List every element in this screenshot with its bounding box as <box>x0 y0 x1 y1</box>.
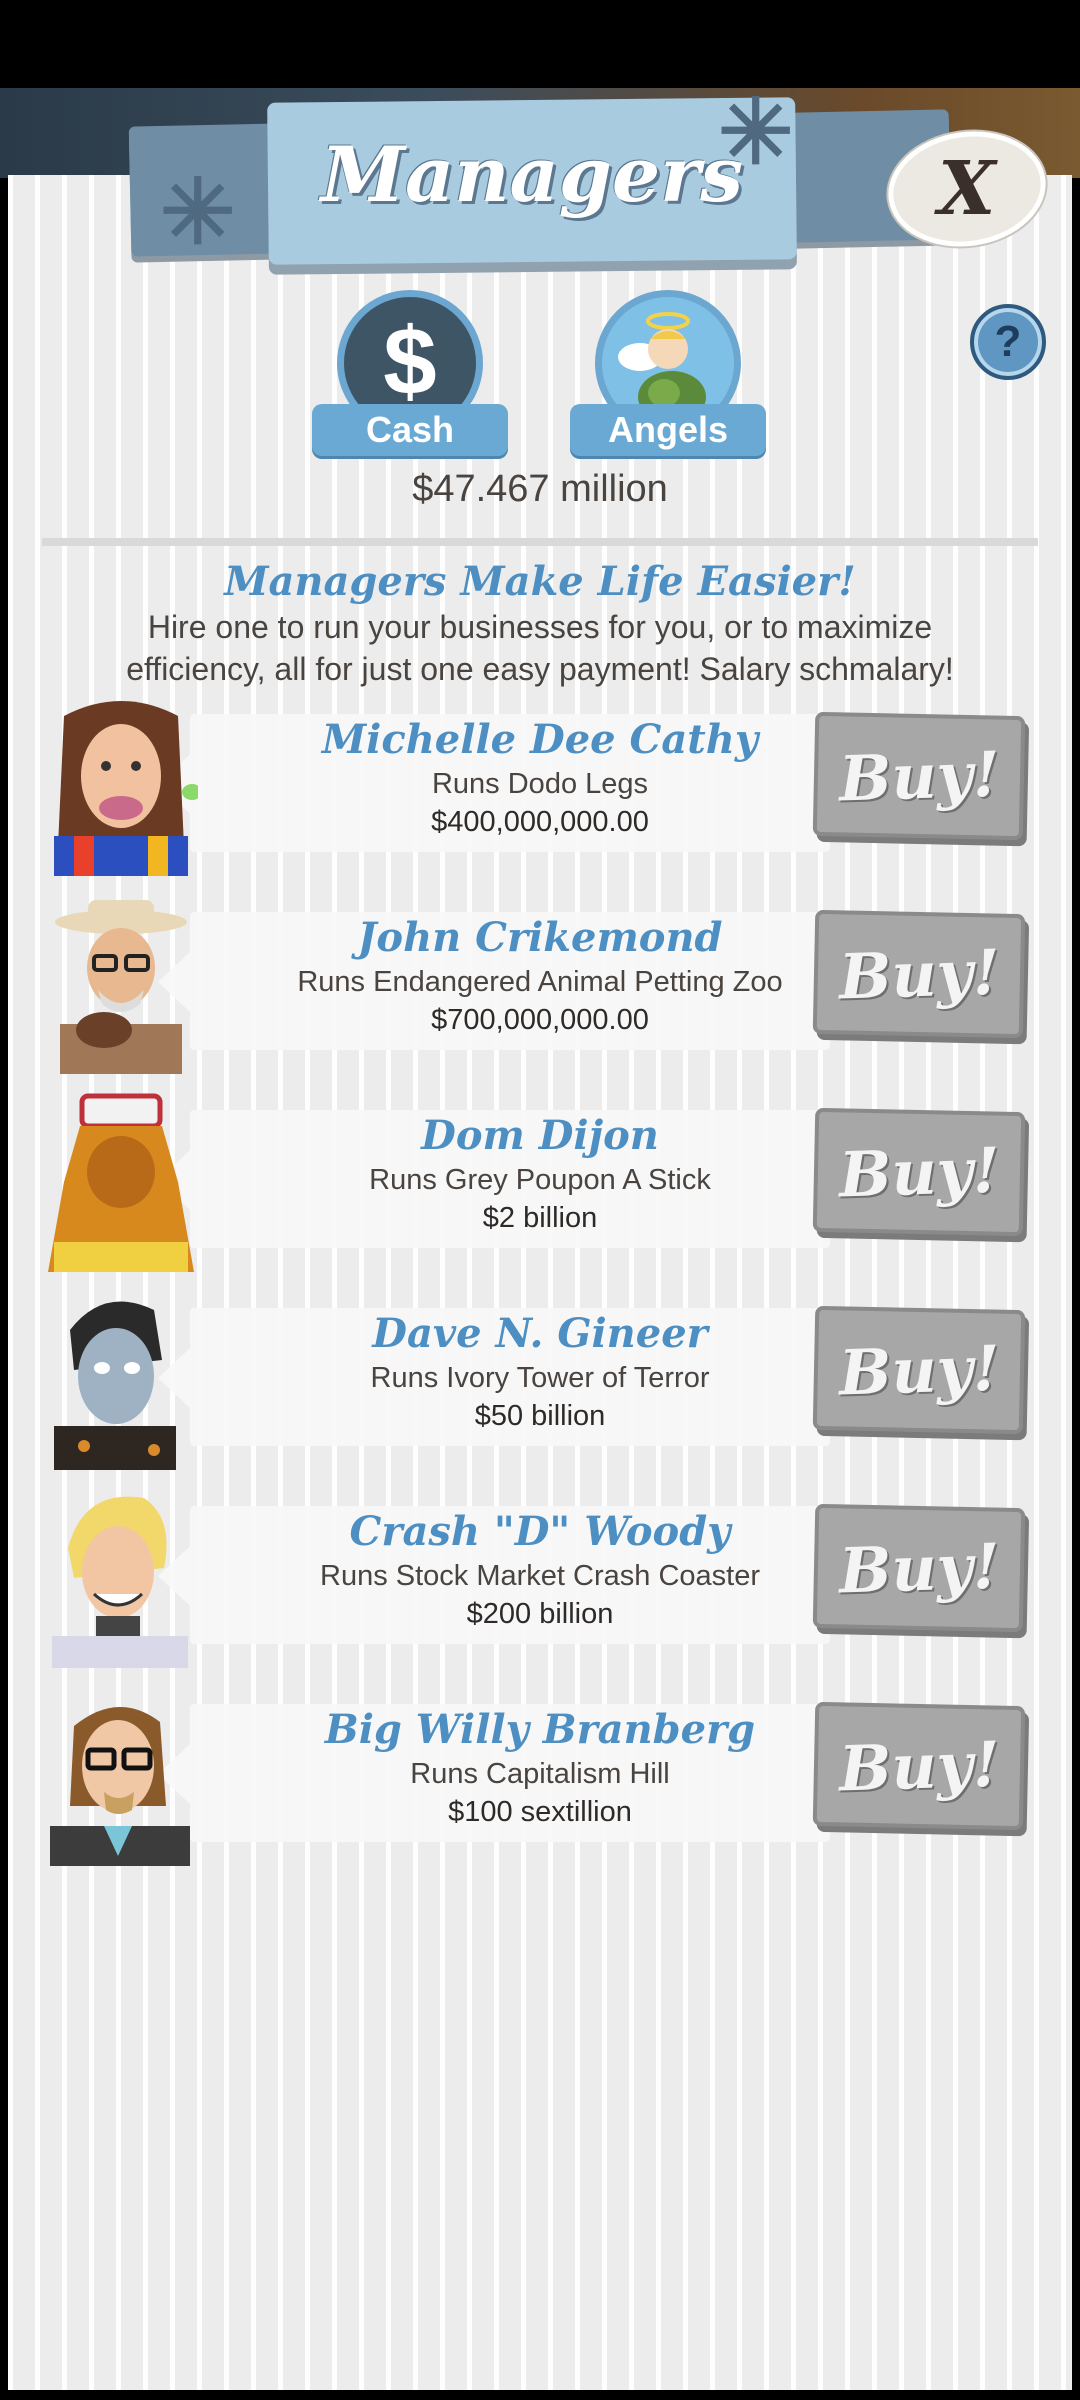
help-button[interactable]: ? <box>970 304 1046 380</box>
intro-headline: Managers Make Life Easier! <box>224 558 856 605</box>
buy-button-label: Buy! <box>837 1330 1001 1410</box>
manager-name: Dave N. Gineer <box>372 1310 708 1357</box>
angels-tab-label: Angels <box>570 404 766 456</box>
manager-name: Michelle Dee Cathy <box>321 716 759 763</box>
manager-avatar <box>52 1496 188 1668</box>
buy-button-label: Buy! <box>837 1132 1001 1212</box>
buy-button[interactable]: Buy! <box>812 1503 1026 1633</box>
buy-button-label: Buy! <box>837 1726 1001 1806</box>
manager-avatar <box>50 1706 190 1866</box>
cash-amount: $47.467 million <box>412 468 668 510</box>
buy-button[interactable]: Buy! <box>812 1107 1026 1237</box>
manager-cost: $100 sextillion <box>448 1796 632 1828</box>
page-title: Managers <box>320 130 744 219</box>
manager-business: Runs Grey Poupon A Stick <box>369 1164 711 1196</box>
close-icon: X <box>938 146 996 233</box>
manager-row: John Crikemond Runs Endangered Animal Pe… <box>0 894 1080 1074</box>
manager-row: Dave N. Gineer Runs Ivory Tower of Terro… <box>0 1290 1080 1470</box>
divider <box>42 538 1038 546</box>
cash-tab-label: Cash <box>312 404 508 456</box>
buy-button[interactable]: Buy! <box>812 909 1026 1039</box>
manager-business: Runs Stock Market Crash Coaster <box>320 1560 760 1592</box>
help-icon: ? <box>994 317 1022 366</box>
buy-button-label: Buy! <box>837 1528 1001 1608</box>
manager-business: Runs Dodo Legs <box>431 768 649 800</box>
buy-button[interactable]: Buy! <box>812 711 1026 841</box>
manager-avatar <box>54 701 198 876</box>
buy-button[interactable]: Buy! <box>812 1305 1026 1435</box>
snowflake-star-icon: ✳ <box>160 163 236 263</box>
buy-button[interactable]: Buy! <box>812 1701 1026 1831</box>
buy-button-label: Buy! <box>837 934 1001 1014</box>
manager-row: Big Willy Branberg Runs Capitalism Hill … <box>0 1686 1080 1866</box>
manager-name: Big Willy Branberg <box>324 1706 756 1753</box>
manager-name: Crash "D" Woody <box>349 1508 731 1555</box>
manager-name: John Crikemond <box>357 914 723 961</box>
manager-avatar <box>48 1093 194 1272</box>
manager-cost: $200 billion <box>466 1598 614 1630</box>
manager-cost: $2 billion <box>482 1202 598 1234</box>
manager-business: Runs Endangered Animal Petting Zoo <box>297 966 783 998</box>
snowflake-star-icon: ✳ <box>718 83 794 183</box>
manager-row: Crash "D" Woody Runs Stock Market Crash … <box>0 1488 1080 1668</box>
buy-button-label: Buy! <box>837 736 1001 816</box>
intro-description: Hire one to run your businesses for you,… <box>126 609 954 687</box>
manager-business: Runs Capitalism Hill <box>410 1758 670 1790</box>
manager-cost: $400,000,000.00 <box>431 806 649 838</box>
manager-avatar <box>54 1301 176 1470</box>
manager-cost: $50 billion <box>474 1400 606 1432</box>
manager-business: Runs Ivory Tower of Terror <box>370 1362 710 1394</box>
manager-row: Dom Dijon Runs Grey Poupon A Stick $2 bi… <box>0 1092 1080 1272</box>
status-bar <box>0 0 1080 88</box>
manager-name: Dom Dijon <box>421 1112 659 1159</box>
manager-cost: $700,000,000.00 <box>431 1004 649 1036</box>
manager-avatar <box>55 900 187 1074</box>
manager-row: Michelle Dee Cathy Runs Dodo Legs $400,0… <box>0 696 1080 876</box>
